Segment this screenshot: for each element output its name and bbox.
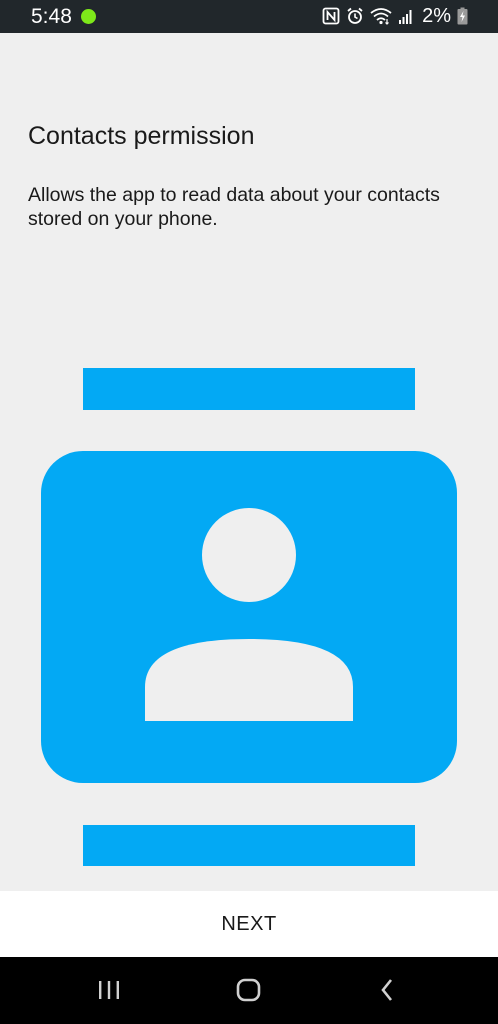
home-button[interactable]: [229, 975, 269, 1005]
contact-card-icon: [0, 360, 498, 875]
person-head: [202, 508, 296, 602]
alarm-icon: [346, 7, 364, 25]
battery-charging-icon: [457, 7, 468, 25]
recent-apps-button[interactable]: [89, 975, 129, 1005]
wifi-icon: [370, 7, 392, 25]
card-body: [41, 451, 457, 783]
status-bar: 5:48 2%: [0, 0, 498, 33]
page-title: Contacts permission: [28, 122, 255, 150]
back-button[interactable]: [368, 975, 408, 1005]
footer: NEXT: [0, 891, 498, 957]
home-icon: [236, 978, 261, 1002]
status-icons: 2%: [322, 5, 468, 27]
status-time: 5:48: [31, 5, 72, 28]
contacts-permission-screen: 5:48 2% Contacts permission Allows the a…: [0, 0, 498, 1024]
active-indicator-icon: [81, 9, 96, 24]
battery-percentage: 2%: [422, 5, 451, 27]
recent-apps-icon: [99, 981, 119, 999]
next-button[interactable]: NEXT: [0, 891, 498, 957]
signal-icon: [398, 7, 414, 25]
nfc-icon: [322, 7, 340, 25]
back-icon: [381, 979, 393, 1001]
navigation-bar: [0, 957, 498, 1024]
card-top-bar: [83, 368, 415, 410]
person-body: [145, 639, 353, 721]
card-bottom-bar: [83, 825, 415, 866]
permission-description: Allows the app to read data about your c…: [28, 184, 440, 230]
